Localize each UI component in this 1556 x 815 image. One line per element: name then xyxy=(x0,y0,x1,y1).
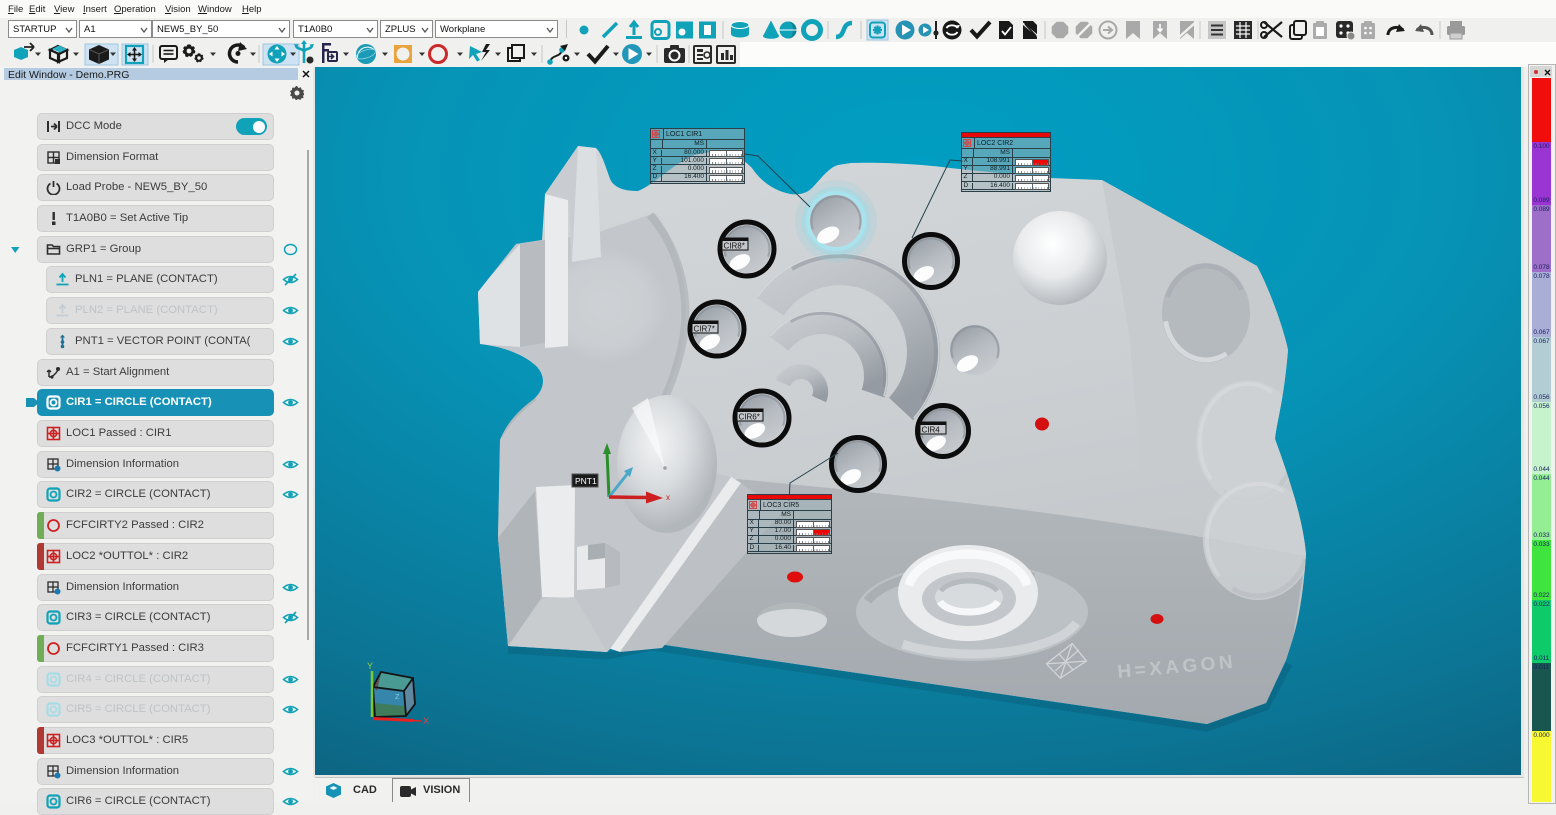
svg-text:x: x xyxy=(666,493,670,502)
svg-text:CIR8*: CIR8* xyxy=(724,242,745,251)
svg-text:CIR4: CIR4 xyxy=(922,426,941,435)
svg-text:PNT1: PNT1 xyxy=(575,476,597,486)
svg-text:CIR6*: CIR6* xyxy=(739,413,760,422)
svg-text:Z: Z xyxy=(395,692,400,701)
svg-text:X: X xyxy=(423,716,429,726)
svg-text:CIR7*: CIR7* xyxy=(694,325,715,334)
svg-text:Y: Y xyxy=(367,661,373,671)
